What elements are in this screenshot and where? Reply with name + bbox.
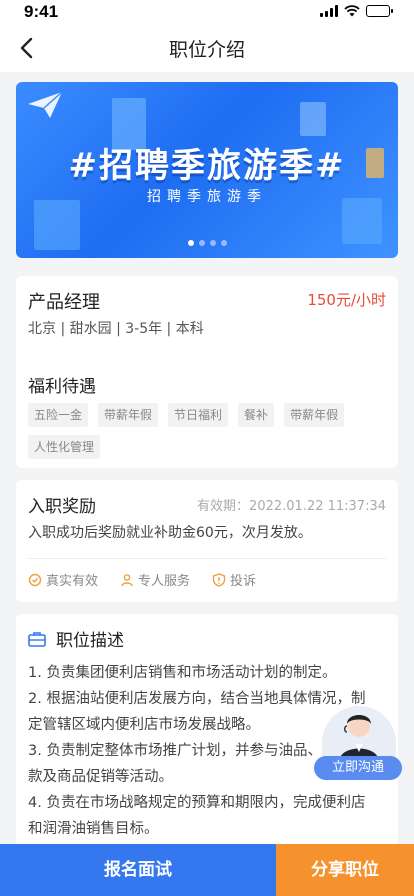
carousel-dot[interactable]	[220, 240, 227, 246]
description-title: 职位描述	[56, 631, 124, 651]
status-bar: 9:41	[0, 0, 414, 24]
welfare-tag: 餐补	[238, 403, 275, 427]
divider	[28, 558, 386, 559]
description-line: 4. 负责在市场战略规定的预算和期限内，完成便利店	[28, 795, 366, 811]
reward-card: 入职奖励 有效期：2022.01.22 11:37:34 入职成功后奖励就业补助…	[16, 480, 398, 602]
assurance-label: 投诉	[230, 574, 257, 589]
job-meta: 北京 | 甜水园 | 3-5年 | 本科	[28, 321, 204, 337]
paper-plane-icon	[28, 91, 63, 118]
service-person-icon	[121, 573, 133, 586]
banner-title: #招聘季旅游季#	[68, 146, 346, 186]
share-job-button[interactable]: 分享职位	[276, 844, 414, 896]
battery-icon	[366, 5, 393, 17]
complaint-link[interactable]: 投诉	[212, 570, 256, 589]
welfare-tag: 带薪年假	[284, 403, 345, 427]
status-icons	[320, 5, 393, 17]
carousel-dot[interactable]	[187, 240, 194, 246]
welfare-title: 福利待遇	[28, 377, 96, 397]
page-title: 职位介绍	[168, 39, 245, 61]
job-title: 产品经理	[28, 292, 100, 313]
shield-alert-icon	[212, 572, 226, 587]
verified-badge-icon	[28, 573, 42, 586]
banner-decoration	[300, 102, 326, 136]
assurance-label: 真实有效	[46, 574, 99, 589]
description-line: 2. 根据油站便利店发展方向，结合当地具体情况，制	[28, 691, 366, 707]
welfare-tag: 五险一金	[28, 403, 89, 427]
carousel-dot[interactable]	[209, 240, 216, 246]
nav-bar: 职位介绍	[0, 24, 414, 72]
apply-interview-button[interactable]: 报名面试	[0, 844, 276, 896]
bottom-action-bar: 报名面试 分享职位	[0, 844, 414, 896]
welfare-tag: 节日福利	[168, 403, 229, 427]
promo-banner[interactable]: #招聘季旅游季# 招聘季旅游季	[16, 82, 398, 258]
description-line: 和润滑油销售目标。	[28, 821, 159, 837]
wifi-icon	[344, 5, 360, 17]
carousel-indicator	[16, 240, 398, 246]
banner-subtitle: 招聘季旅游季	[147, 189, 267, 205]
welfare-tag: 人性化管理	[28, 435, 101, 459]
welfare-tags: 五险一金 带薪年假 节日福利 餐补 带薪年假 人性化管理	[28, 403, 378, 459]
welfare-tag: 带薪年假	[98, 403, 159, 427]
assurance-list: 真实有效 专人服务 投诉	[28, 570, 256, 589]
description-line: 1. 负责集团便利店销售和市场活动计划的制定。	[28, 665, 337, 681]
contact-now-button[interactable]: 立即沟通	[314, 756, 402, 780]
assurance-verified: 真实有效	[28, 570, 98, 589]
reward-description: 入职成功后奖励就业补助金60元，次月发放。	[28, 525, 312, 541]
description-header: 职位描述	[28, 626, 124, 651]
assurance-label: 专人服务	[138, 574, 191, 589]
reward-title: 入职奖励	[28, 497, 96, 517]
reward-validity: 有效期：2022.01.22 11:37:34	[197, 499, 386, 514]
job-info-card: 产品经理 150元/小时 北京 | 甜水园 | 3-5年 | 本科 福利待遇 五…	[16, 276, 398, 468]
job-salary: 150元/小时	[307, 291, 386, 309]
assurance-service: 专人服务	[120, 570, 190, 589]
carousel-dot[interactable]	[198, 240, 205, 246]
briefcase-icon	[28, 631, 46, 647]
cellular-signal-icon	[320, 5, 338, 17]
status-time: 9:41	[24, 2, 59, 21]
